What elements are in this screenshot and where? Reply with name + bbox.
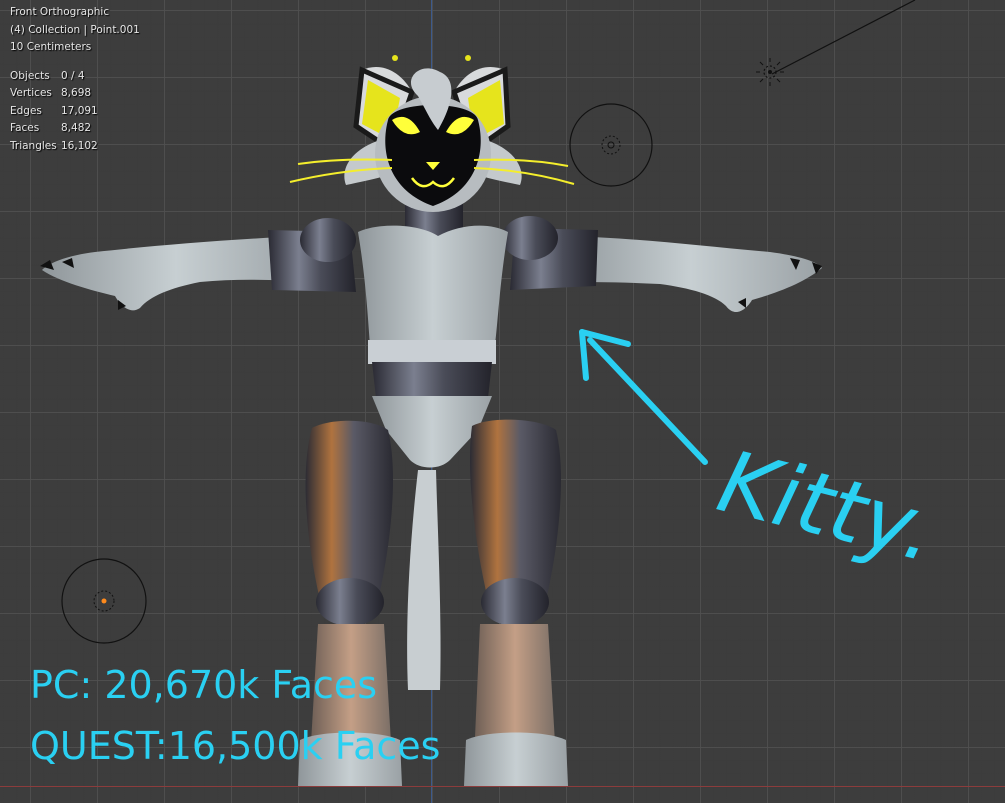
sun-lamp-icon[interactable]	[756, 58, 784, 86]
pc-faces-label: PC: 20,670k Faces	[30, 663, 378, 707]
stat-objects: Objects 0 / 4	[10, 69, 85, 82]
stat-triangles: Triangles 16,102	[10, 139, 98, 152]
stat-edges: Edges 17,091	[10, 104, 98, 117]
svg-text:Kitty.: Kitty.	[709, 432, 946, 582]
handwritten-arrow	[579, 329, 708, 465]
stat-faces: Faces 8,482	[10, 122, 92, 134]
scale-info: 10 Centimeters	[10, 41, 92, 53]
selected-point-lamp-icon[interactable]	[61, 558, 147, 644]
3d-viewport[interactable]: Front Orthographic (4) Collection | Poin…	[0, 0, 1005, 803]
camera-direction-line	[771, 0, 916, 75]
collection-info: (4) Collection | Point.001	[10, 23, 140, 36]
point-lamp-icon[interactable]	[569, 103, 653, 187]
quest-faces-label: QUEST:16,500k Faces	[30, 724, 441, 768]
stat-vertices: Vertices 8,698	[10, 87, 92, 99]
view-name: Front Orthographic	[10, 6, 110, 18]
viewport-info-overlay: Front Orthographic (4) Collection | Poin…	[10, 4, 140, 155]
scene-statistics: Objects 0 / 4 Vertices 8,698 Edges 17,091 F…	[10, 68, 140, 156]
handwritten-kitty-label: Kitty.	[709, 432, 946, 582]
